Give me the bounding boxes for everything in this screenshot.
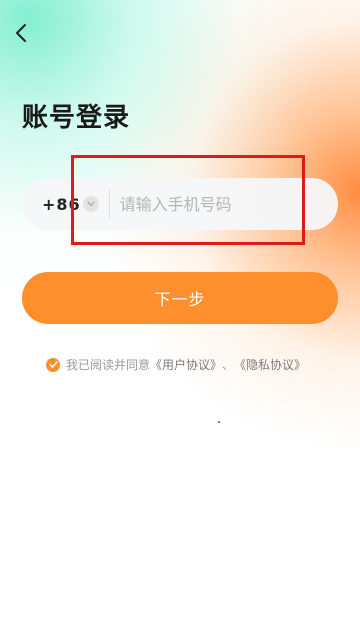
user-agreement-link[interactable]: 《用户协议》 bbox=[150, 356, 222, 373]
agreement-row: 我已阅读并同意 《用户协议》 、 《隐私协议》 bbox=[46, 356, 306, 373]
privacy-policy-link[interactable]: 《隐私协议》 bbox=[234, 356, 306, 373]
chevron-left-icon bbox=[16, 24, 26, 42]
check-circle-icon[interactable] bbox=[46, 357, 60, 372]
page-title: 账号登录 bbox=[22, 103, 131, 133]
phone-number-input[interactable] bbox=[109, 177, 338, 231]
agreement-separator: 、 bbox=[222, 358, 235, 372]
country-code-selector[interactable]: +86 bbox=[22, 178, 99, 230]
phone-input-row: +86 bbox=[22, 177, 338, 231]
agreement-prefix: 我已阅读并同意 bbox=[66, 358, 151, 372]
decorative-dot bbox=[218, 421, 220, 423]
country-code-label: +86 bbox=[42, 194, 81, 214]
next-button[interactable]: 下一步 bbox=[22, 272, 338, 324]
chevron-down-icon bbox=[82, 196, 99, 212]
back-button[interactable] bbox=[6, 18, 36, 48]
